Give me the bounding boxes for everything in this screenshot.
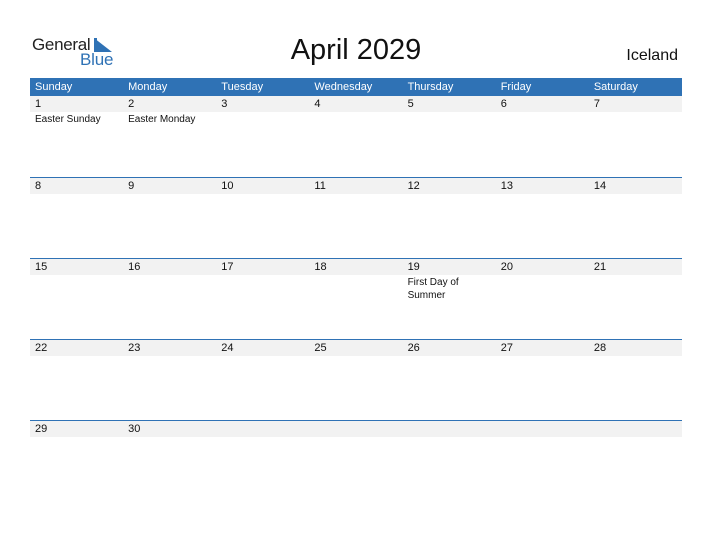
day-number-row: 15 16 17 18 19 20 21: [30, 259, 682, 275]
holiday-label: [123, 437, 216, 438]
day-number: 30: [128, 423, 141, 435]
day-number: 29: [35, 423, 48, 435]
holiday-label: First Day of Summer: [407, 277, 459, 301]
day-number: 17: [221, 261, 234, 273]
weekday-sunday: Sunday: [35, 81, 73, 93]
day-number: 14: [593, 180, 607, 192]
holiday-label: [496, 194, 589, 195]
holiday-label: [496, 275, 589, 302]
day-number: 21: [593, 261, 607, 273]
holiday-label: [496, 112, 589, 126]
day-number: 22: [35, 342, 48, 354]
holiday-label: [216, 194, 309, 195]
day-number: 5: [407, 98, 414, 110]
holiday-label: [216, 356, 309, 357]
day-number: 18: [314, 261, 327, 273]
holiday-label: [589, 275, 682, 302]
holiday-label: [403, 356, 496, 357]
day-number: [216, 421, 309, 437]
weeks-container: 1 2 3 4 5 6 7 Easter Sunday Easter Monday 8 9 10 11 1…: [30, 96, 682, 501]
holiday-label: [123, 356, 216, 357]
day-number: 9: [128, 180, 135, 192]
day-number: 24: [221, 342, 234, 354]
day-number-row: 8 9 10 11 12 13 14: [30, 178, 682, 194]
holiday-label: [123, 275, 216, 302]
event-row: First Day of Summer: [30, 275, 682, 302]
holiday-label: [589, 194, 682, 195]
day-number-row: 1 2 3 4 5 6 7: [30, 96, 682, 112]
day-number: 25: [314, 342, 327, 354]
holiday-label: [30, 275, 123, 302]
event-row: Easter Sunday Easter Monday: [30, 112, 682, 126]
weekday-friday: Friday: [500, 81, 532, 93]
country-label: Iceland: [626, 47, 678, 64]
holiday-label: [216, 275, 309, 302]
day-number: 3: [221, 98, 228, 110]
event-row: [30, 356, 682, 357]
holiday-label: [30, 356, 123, 357]
holiday-label: [309, 356, 402, 357]
event-row: [30, 437, 682, 438]
holiday-label: Easter Monday: [128, 114, 196, 125]
day-number: 19: [407, 261, 420, 273]
day-number: 20: [500, 261, 513, 273]
holiday-label: [309, 437, 402, 438]
day-number: 27: [500, 342, 513, 354]
holiday-label: [309, 112, 402, 126]
day-number: 7: [593, 98, 600, 110]
day-number-row: 22 23 24 25 26 27 28: [30, 340, 682, 356]
day-number: 1: [35, 98, 42, 110]
holiday-label: [123, 194, 216, 195]
day-number: 28: [593, 342, 607, 354]
week-row: 1 2 3 4 5 6 7 Easter Sunday Easter Monday: [30, 96, 682, 177]
day-number: 11: [314, 180, 326, 192]
day-number: [309, 421, 402, 437]
day-number: [496, 421, 589, 437]
holiday-label: [216, 437, 309, 438]
week-row: 22 23 24 25 26 27 28: [30, 339, 682, 420]
day-number: 23: [128, 342, 141, 354]
holiday-label: [589, 356, 682, 357]
week-row: 29 30: [30, 420, 682, 501]
day-number: 10: [221, 180, 234, 192]
holiday-label: [403, 437, 496, 438]
holiday-label: [589, 112, 682, 126]
day-number: [403, 421, 496, 437]
day-number: [589, 421, 682, 437]
weekday-monday: Monday: [128, 81, 168, 93]
day-number: 2: [128, 98, 135, 110]
holiday-label: [496, 356, 589, 357]
holiday-label: [30, 194, 123, 195]
holiday-label: [403, 194, 496, 195]
holiday-label: [496, 437, 589, 438]
weekday-thursday: Thursday: [407, 81, 454, 93]
weekday-saturday: Saturday: [593, 81, 638, 93]
holiday-label: Easter Sunday: [35, 114, 101, 125]
week-row: 15 16 17 18 19 20 21 First Day of Summer: [30, 258, 682, 339]
day-number: 12: [407, 180, 420, 192]
calendar-grid: Sunday Monday Tuesday Wednesday Thursday…: [30, 78, 682, 501]
holiday-label: [216, 112, 309, 126]
day-number: 13: [500, 180, 513, 192]
weekday-wednesday: Wednesday: [314, 81, 373, 93]
calendar-title: April 2029: [290, 34, 422, 66]
week-row: 8 9 10 11 12 13 14: [30, 177, 682, 258]
day-number-row: 29 30: [30, 421, 682, 437]
day-number: 16: [128, 261, 141, 273]
holiday-label: [403, 112, 496, 126]
weekday-header: Sunday Monday Tuesday Wednesday Thursday…: [30, 78, 682, 96]
event-row: [30, 194, 682, 195]
holiday-label: [30, 437, 123, 438]
day-number: 6: [500, 98, 507, 110]
holiday-label: [309, 275, 402, 302]
weekday-tuesday: Tuesday: [221, 81, 264, 93]
holiday-label: [309, 194, 402, 195]
day-number: 15: [35, 261, 48, 273]
day-number: 26: [407, 342, 420, 354]
day-number: 4: [314, 98, 321, 110]
holiday-label: [589, 437, 682, 438]
day-number: 8: [35, 180, 42, 192]
